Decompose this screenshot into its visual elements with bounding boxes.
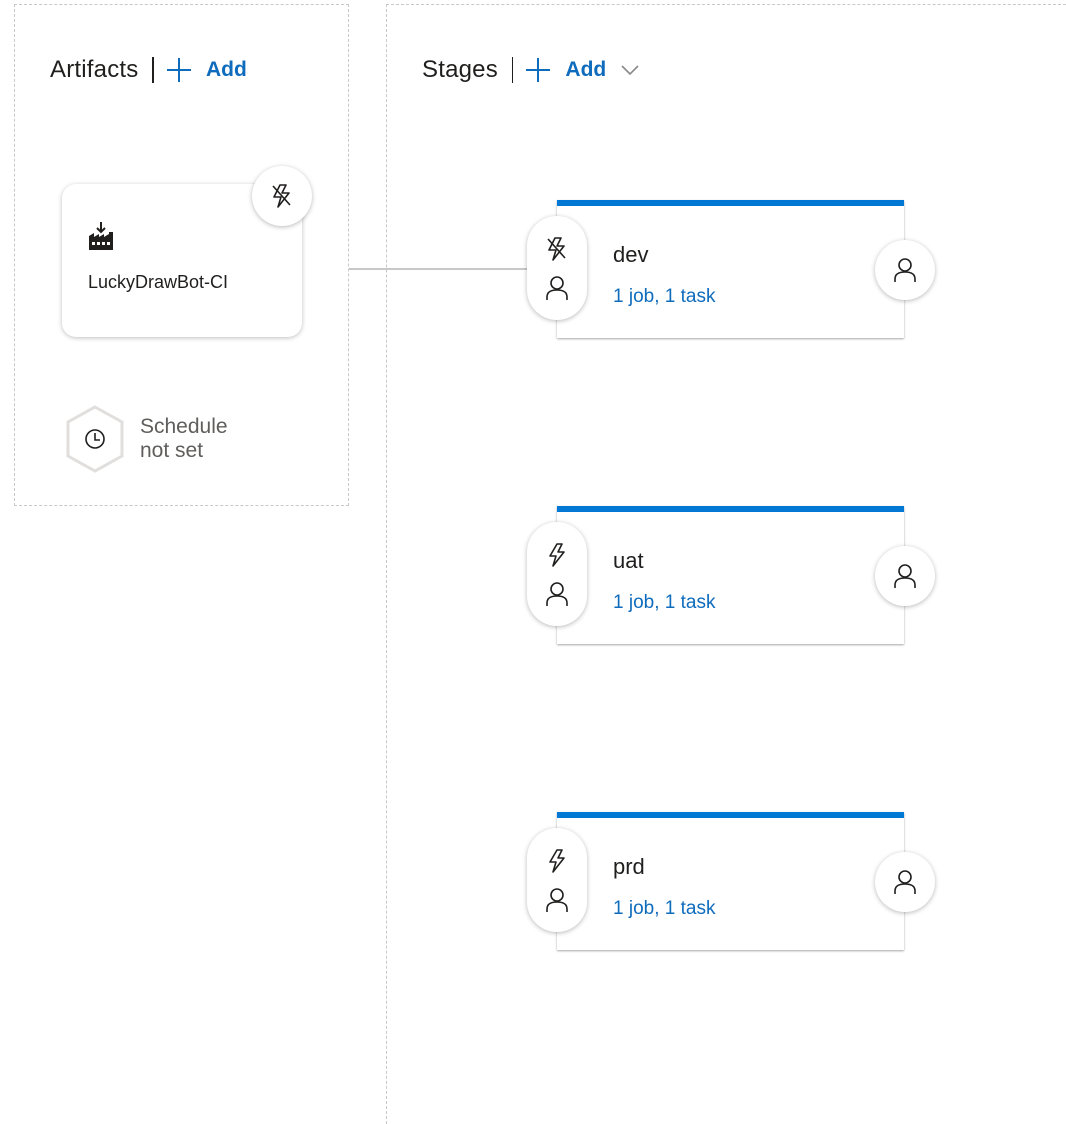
artifacts-title: Artifacts xyxy=(50,56,139,83)
stage-name: prd xyxy=(613,854,645,879)
chevron-down-icon xyxy=(621,65,639,76)
lightning-disabled-icon xyxy=(272,184,291,208)
add-stage-label: Add xyxy=(565,58,607,81)
person-icon xyxy=(894,870,916,894)
add-stage-button[interactable]: Add xyxy=(525,57,640,83)
schedule-line2: not set xyxy=(140,439,204,462)
add-artifact-button[interactable]: Add xyxy=(166,57,247,83)
lightning-disabled-icon[interactable] xyxy=(545,236,569,262)
post-deployment-approvals-button[interactable] xyxy=(875,546,935,606)
stage-tasks-link[interactable]: 1 job, 1 task xyxy=(613,592,715,614)
stage-tasks-link[interactable]: 1 job, 1 task xyxy=(613,286,715,308)
pre-deployment-conditions xyxy=(527,828,587,932)
person-icon xyxy=(894,258,916,282)
stage-name: uat xyxy=(613,548,644,573)
lightning-icon[interactable] xyxy=(545,848,569,874)
plus-icon xyxy=(166,58,191,82)
build-icon xyxy=(89,222,113,250)
stage-card[interactable]: dev 1 job, 1 task xyxy=(557,200,904,338)
stage-card[interactable]: prd 1 job, 1 task xyxy=(557,812,904,950)
person-icon[interactable] xyxy=(545,275,569,301)
person-icon xyxy=(894,564,916,588)
stage-tasks-link[interactable]: 1 job, 1 task xyxy=(613,898,715,920)
add-artifact-label: Add xyxy=(205,58,247,81)
continuous-deployment-trigger-button[interactable] xyxy=(252,166,312,226)
lightning-icon[interactable] xyxy=(545,542,569,568)
person-icon[interactable] xyxy=(545,887,569,913)
stage-name: dev xyxy=(613,242,649,267)
pre-deployment-conditions xyxy=(527,522,587,626)
stages-header: Stages Add xyxy=(422,50,640,90)
artifact-name: LuckyDrawBot-CI xyxy=(88,272,229,292)
schedule-trigger[interactable]: Schedule not set xyxy=(64,404,228,474)
release-pipeline-canvas: Artifacts Add LuckyDrawBot-CI Schedule n… xyxy=(0,0,1066,1124)
stage-uat: uat 1 job, 1 task xyxy=(527,506,935,644)
plus-icon xyxy=(526,58,551,82)
post-deployment-approvals-button[interactable] xyxy=(875,240,935,300)
schedule-line1: Schedule xyxy=(140,415,228,438)
header-divider xyxy=(511,57,514,83)
stage-prd: prd 1 job, 1 task xyxy=(527,812,935,950)
clock-icon xyxy=(66,405,124,473)
person-icon[interactable] xyxy=(545,581,569,607)
stage-dev: dev 1 job, 1 task xyxy=(527,200,935,338)
header-divider xyxy=(152,57,154,83)
stages-title: Stages xyxy=(422,56,498,83)
stage-card[interactable]: uat 1 job, 1 task xyxy=(557,506,904,644)
artifacts-header: Artifacts Add xyxy=(50,50,247,90)
post-deployment-approvals-button[interactable] xyxy=(875,852,935,912)
schedule-label: Schedule not set xyxy=(140,415,228,463)
pre-deployment-conditions xyxy=(527,216,587,320)
